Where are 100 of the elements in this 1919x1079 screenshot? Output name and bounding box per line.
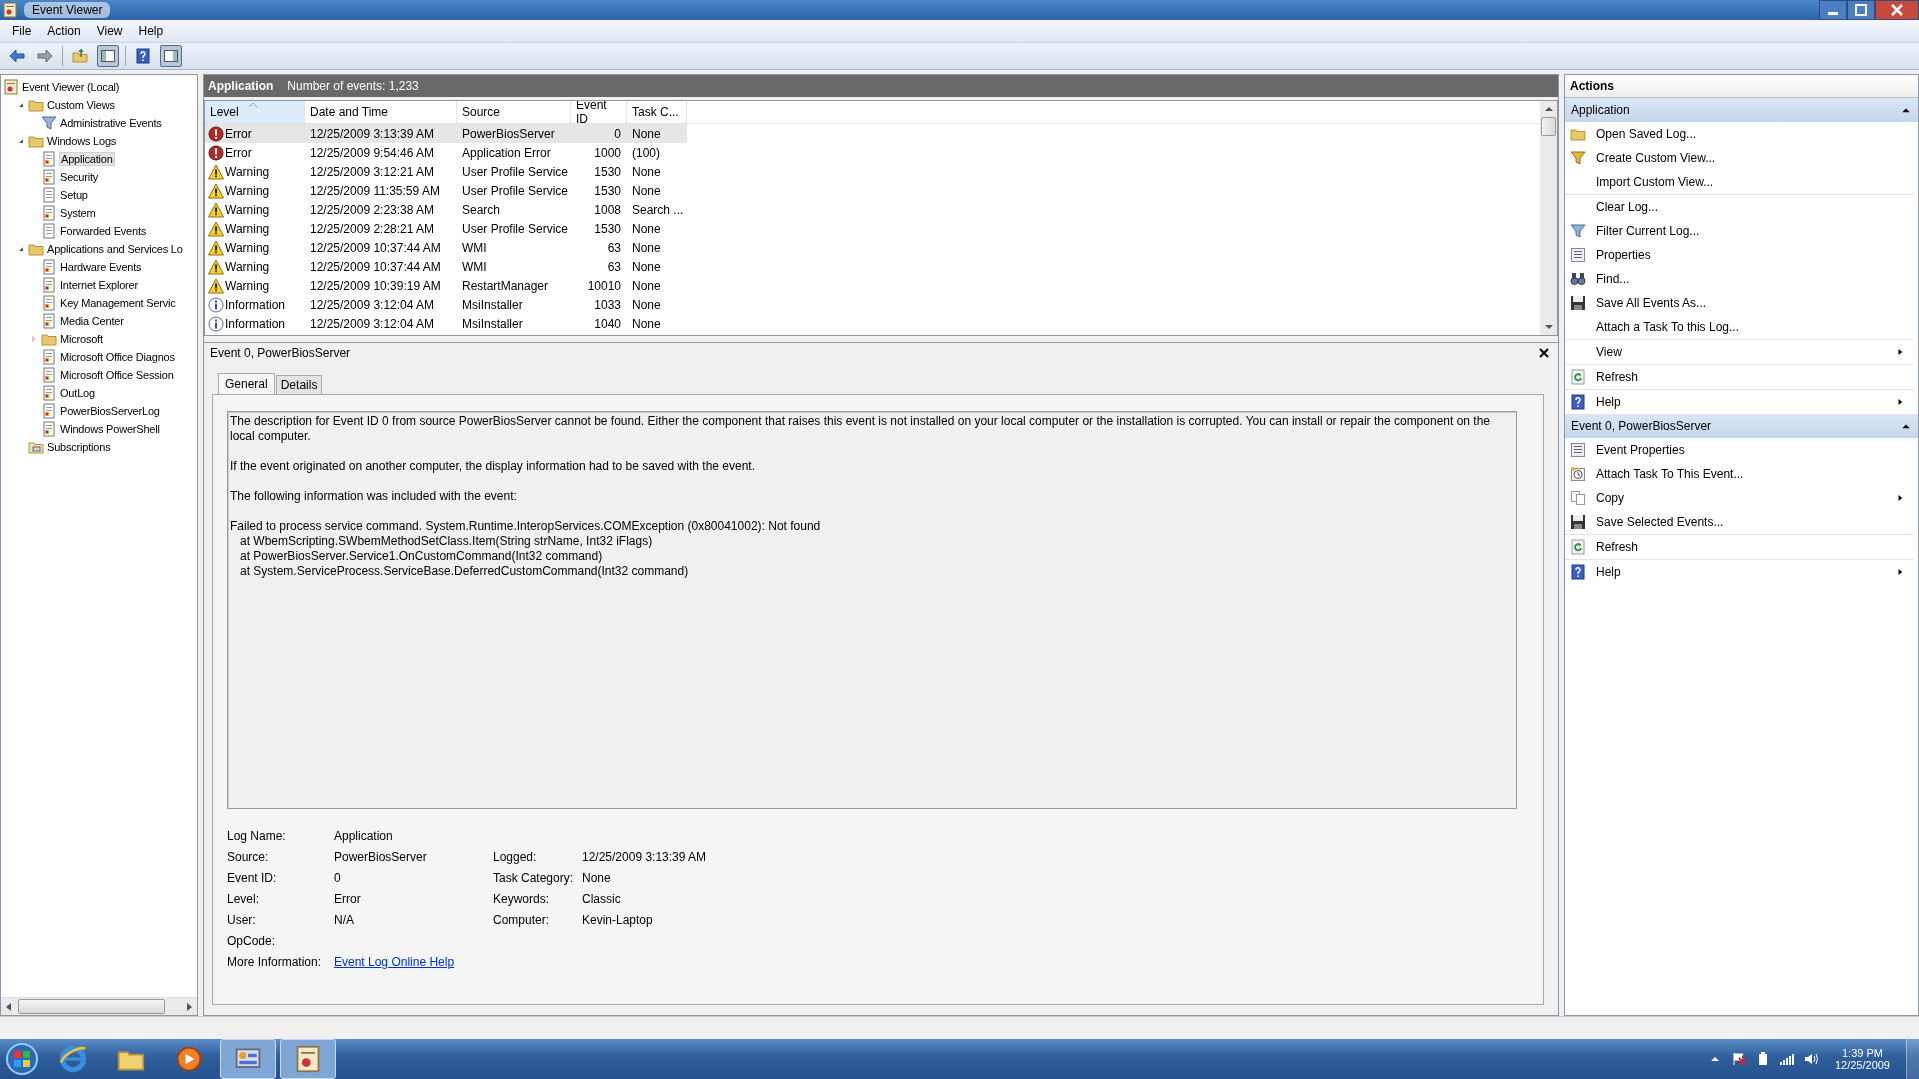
event-title: Event 0, PowerBiosServer [210,346,351,360]
tree-item[interactable]: Setup [59,188,89,202]
help-link[interactable]: Event Log Online Help [334,955,455,969]
command-item[interactable]: Save Selected Events... [1565,510,1914,535]
log-icon [41,385,57,401]
event-log-icon[interactable] [280,1039,336,1079]
table-row[interactable]: Warning 12/25/2009 2:23:38 AM Search 1008 Search ... [205,200,687,219]
command-item[interactable]: Clear Log... [1565,195,1914,219]
signal-icon[interactable] [1778,1051,1795,1067]
table-row[interactable]: Warning 12/25/2009 11:35:59 AM User Profile Service 1530 None [205,181,687,200]
table-cell: User Profile Service [462,183,569,198]
command-item[interactable]: Refresh [1565,365,1914,390]
console-tree-icon[interactable] [97,45,119,67]
horizontal-scrollbar[interactable] [1,997,197,1015]
command-item[interactable]: Filter Current Log... [1565,219,1914,243]
log-icon [41,277,57,293]
table-row[interactable]: Warning 12/25/2009 3:12:21 AM User Profile Service 1530 None [205,162,687,181]
table-cell: Warning [225,240,270,255]
table-cell: 1000 [594,145,621,160]
command-item[interactable]: Copy [1565,486,1914,510]
command-item[interactable]: Event Properties [1565,438,1914,462]
command-item[interactable]: Create Custom View... [1565,146,1914,170]
tree-item[interactable]: Forwarded Events [59,224,148,238]
tab[interactable]: General [218,373,275,394]
table-cell: None [632,221,661,236]
tree-item[interactable]: System [59,206,97,220]
section-header[interactable]: Event 0, PowerBiosServer [1565,414,1918,438]
column-header[interactable]: Event ID [571,101,627,123]
tree-item[interactable]: Microsoft Office Session [59,368,175,382]
menu-item[interactable]: View [88,22,131,40]
command-item[interactable]: Attach a Task To this Log... [1565,315,1914,340]
tree-item[interactable]: Administrative Events [59,116,163,130]
tree-item[interactable]: Key Management Servic [59,296,177,310]
table-row[interactable]: Warning 12/25/2009 10:37:44 AM WMI 63 None [205,238,687,257]
command-item[interactable]: Help [1565,560,1914,584]
command-item[interactable]: Attach Task To This Event... [1565,462,1914,486]
maximize-icon[interactable] [1847,0,1875,20]
table-row[interactable]: Error 12/25/2009 9:54:46 AM Application Error 1000 (100) [205,143,687,162]
tree-item[interactable]: Internet Explorer [59,278,139,292]
tree-item[interactable]: Microsoft [59,332,104,346]
clock[interactable]: 1:39 PM 12/25/2009 [1826,1047,1898,1071]
tree-item[interactable]: Windows Logs [46,134,118,148]
tree-item[interactable]: Application [59,152,115,166]
section-header[interactable]: Application [1565,98,1918,122]
scrollbar-thumb[interactable] [1541,117,1556,136]
tree-item[interactable]: Microsoft Office Diagnos [59,350,176,364]
field-value: Kevin-Laptop [582,913,654,928]
tree-item[interactable]: Hardware Events [59,260,143,274]
table-row[interactable]: Information 12/25/2009 3:12:04 AM MsiInstaller 1033 None [205,295,687,314]
menu-item[interactable]: Help [130,22,172,40]
table-row[interactable]: Warning 12/25/2009 2:28:21 AM User Profile Service 1530 None [205,219,687,238]
table-row[interactable]: Information 12/25/2009 3:12:04 AM MsiInstaller 1040 None [205,314,687,333]
column-header[interactable]: Source [457,101,571,123]
vertical-scrollbar[interactable] [1540,101,1557,335]
event-log-icon [2,2,18,18]
speaker-icon[interactable] [1802,1051,1819,1067]
tree-item[interactable]: Media Center [59,314,125,328]
table-cell: WMI [462,259,487,274]
table-cell: None [632,164,661,179]
table-row[interactable]: Warning 12/25/2009 10:37:44 AM WMI 63 None [205,257,687,276]
menu-item[interactable]: File [4,22,40,40]
table-row[interactable]: Error 12/25/2009 3:13:39 AM PowerBiosServer 0 None [205,124,687,143]
minimize-icon[interactable] [1819,0,1847,20]
flag-icon[interactable] [1730,1051,1747,1067]
tree-item[interactable]: Security [59,170,100,184]
log-icon [41,367,57,383]
close-icon[interactable] [1875,0,1919,20]
command-item[interactable]: Open Saved Log... [1565,122,1914,146]
tab[interactable]: Details [275,375,323,394]
command-item[interactable]: Save All Events As... [1565,291,1914,315]
menu-item[interactable]: Action [39,22,89,40]
column-header[interactable]: Date and Time [305,101,457,123]
tree-item[interactable]: OutLog [59,386,96,400]
scrollbar-thumb[interactable] [18,999,165,1014]
control-panel-icon[interactable] [220,1039,276,1079]
command-item[interactable]: Import Custom View... [1565,170,1914,195]
command-item[interactable]: Properties [1565,243,1914,267]
tree-item[interactable]: Applications and Services Lo [46,242,184,256]
table-cell: Warning [225,259,270,274]
information-icon [208,315,224,332]
command-item[interactable]: Find... [1565,267,1914,291]
tree-item[interactable]: Custom Views [46,98,116,112]
tree-item[interactable]: Subscriptions [46,440,112,454]
table-cell: 10010 [587,278,621,293]
table-cell: 1530 [594,221,621,236]
command-item[interactable]: Help [1565,390,1914,414]
show-desktop-button[interactable] [1906,1039,1919,1079]
table-cell: MsiInstaller [462,297,523,312]
table-cell: 1008 [594,202,621,217]
table-row[interactable]: Warning 12/25/2009 10:39:19 AM RestartManager 10010 None [205,276,687,295]
command-item[interactable]: Refresh [1565,535,1914,560]
field-value: Error [334,892,362,907]
tree-item[interactable]: PowerBiosServerLog [59,404,161,418]
command-item[interactable]: View [1565,340,1914,365]
column-header[interactable]: Task C... [627,101,687,123]
action-pane-icon[interactable] [160,45,182,67]
tree-item[interactable]: Event Viewer (Local) [21,80,121,94]
table-cell: 12/25/2009 3:12:04 AM [310,316,435,331]
tree-item[interactable]: Windows PowerShell [59,422,161,436]
column-header[interactable]: Level [205,101,305,123]
